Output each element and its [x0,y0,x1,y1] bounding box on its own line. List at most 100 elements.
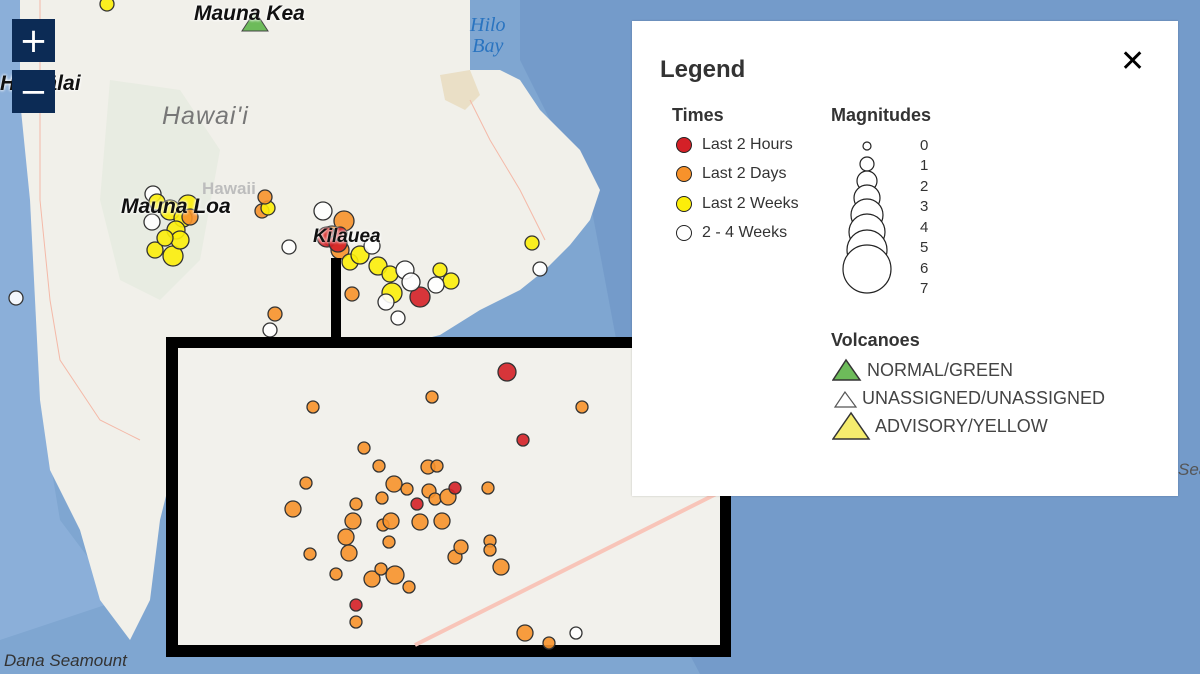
label-hilo: Hilo [470,14,506,36]
inset-earthquake-marker[interactable] [284,500,302,518]
earthquake-marker[interactable] [267,306,283,322]
legend-title: Legend [660,56,746,83]
legend-volcano-unassigned: UNASSIGNED/UNASSIGNED [832,386,1105,410]
time-label: Last 2 Weeks [702,195,799,212]
volcano-status-label: UNASSIGNED/UNASSIGNED [862,387,1106,408]
time-label: Last 2 Hours [702,136,793,153]
time-label: Last 2 Days [702,165,787,182]
magnitude-label: 0 [920,137,929,154]
magnitude-label: 5 [920,239,929,256]
inset-earthquake-marker[interactable] [483,543,497,557]
legend-panel: Legend ✕ Times Last 2 Hours Last 2 Days … [632,21,1178,496]
label-hilo-bay: Hilo Bay [470,15,506,57]
zoom-in-button[interactable]: + [12,19,55,62]
earthquake-marker[interactable] [344,286,360,302]
legend-volcano-advisory: ADVISORY/YELLOW [832,411,1048,441]
close-icon[interactable]: ✕ [1120,44,1145,79]
inset-earthquake-marker[interactable] [382,535,396,549]
inset-earthquake-marker[interactable] [349,598,363,612]
volcanoes-title: Volcanoes [831,330,920,350]
magnitude-scale-icon [842,141,892,294]
legend-time-last-2-days: Last 2 Days [676,163,786,185]
yellow-dot-icon [676,196,692,212]
magnitude-label: 7 [920,280,929,297]
inset-earthquake-marker[interactable] [569,626,583,640]
inset-earthquake-marker[interactable] [433,512,451,530]
earthquake-marker[interactable] [170,230,190,250]
red-dot-icon [676,137,692,153]
earthquake-marker[interactable] [99,0,115,12]
inset-earthquake-marker[interactable] [411,513,429,531]
inset-earthquake-marker[interactable] [575,400,589,414]
legend-volcano-normal: NORMAL/GREEN [832,358,1013,382]
inset-earthquake-marker[interactable] [329,567,343,581]
magnitude-label: 2 [920,178,929,195]
earthquake-marker[interactable] [401,272,421,292]
label-edge-sea: Sea [1178,460,1200,479]
yellow-triangle-icon [832,411,871,440]
legend-time-last-2-hours: Last 2 Hours [676,134,793,156]
inset-earthquake-marker[interactable] [481,481,495,495]
inset-earthquake-marker[interactable] [344,512,362,530]
inset-earthquake-marker[interactable] [306,400,320,414]
label-kilauea: Kilauea [313,226,381,247]
green-triangle-icon [832,358,862,381]
earthquake-marker[interactable] [262,322,278,338]
inset-earthquake-marker[interactable] [385,475,403,493]
inset-earthquake-marker[interactable] [375,491,389,505]
label-mauna-loa: Mauna Loa [121,195,231,218]
inset-earthquake-marker[interactable] [516,433,530,447]
times-title: Times [672,105,724,125]
inset-earthquake-marker[interactable] [516,624,534,642]
magnitude-label: 6 [920,260,929,277]
earthquake-marker[interactable] [532,261,548,277]
inset-earthquake-marker[interactable] [299,476,313,490]
white-triangle-icon [833,390,858,408]
inset-earthquake-marker[interactable] [382,512,400,530]
earthquake-marker[interactable] [442,272,460,290]
label-dana-seamount: Dana Seamount [4,651,127,670]
inset-earthquake-marker[interactable] [400,482,414,496]
inset-earthquake-marker[interactable] [428,492,442,506]
inset-earthquake-marker[interactable] [357,441,371,455]
inset-earthquake-marker[interactable] [402,580,416,594]
inset-earthquake-marker[interactable] [425,390,439,404]
earthquake-marker[interactable] [390,310,406,326]
earthquake-marker[interactable] [377,293,395,311]
inset-earthquake-marker[interactable] [453,539,469,555]
inset-earthquake-marker[interactable] [372,459,386,473]
earthquake-marker[interactable] [524,235,540,251]
inset-earthquake-marker[interactable] [303,547,317,561]
zoom-out-button[interactable]: − [12,70,55,113]
earthquake-marker[interactable] [427,276,445,294]
legend-time-last-2-weeks: Last 2 Weeks [676,193,799,215]
magnitude-label: 3 [920,198,929,215]
label-mauna-kea: Mauna Kea [194,2,305,25]
magnitude-label: 4 [920,219,929,236]
magnitude-label: 1 [920,157,929,174]
inset-earthquake-marker[interactable] [497,362,517,382]
inset-earthquake-marker[interactable] [349,497,363,511]
label-hawaii-island: Hawai'i [162,102,249,130]
earthquake-marker[interactable] [281,239,297,255]
inset-earthquake-marker[interactable] [374,562,388,576]
inset-earthquake-marker[interactable] [340,544,358,562]
time-label: 2 - 4 Weeks [702,224,788,241]
inset-earthquake-marker[interactable] [448,481,462,495]
inset-earthquake-marker[interactable] [385,565,405,585]
inset-earthquake-marker[interactable] [430,459,444,473]
inset-earthquake-marker[interactable] [492,558,510,576]
magnitudes-title: Magnitudes [831,105,932,125]
volcano-status-label: NORMAL/GREEN [867,359,1014,380]
legend-time-2-4-weeks: 2 - 4 Weeks [676,222,787,244]
orange-dot-icon [676,166,692,182]
earthquake-marker[interactable] [313,201,333,221]
earthquake-marker[interactable] [8,290,24,306]
white-dot-icon [676,225,692,241]
inset-earthquake-marker[interactable] [542,636,556,650]
inset-earthquake-marker[interactable] [349,615,363,629]
inset-earthquake-marker[interactable] [410,497,424,511]
inset-earthquake-marker[interactable] [337,528,355,546]
earthquake-marker[interactable] [156,229,174,247]
earthquake-marker[interactable] [257,189,273,205]
